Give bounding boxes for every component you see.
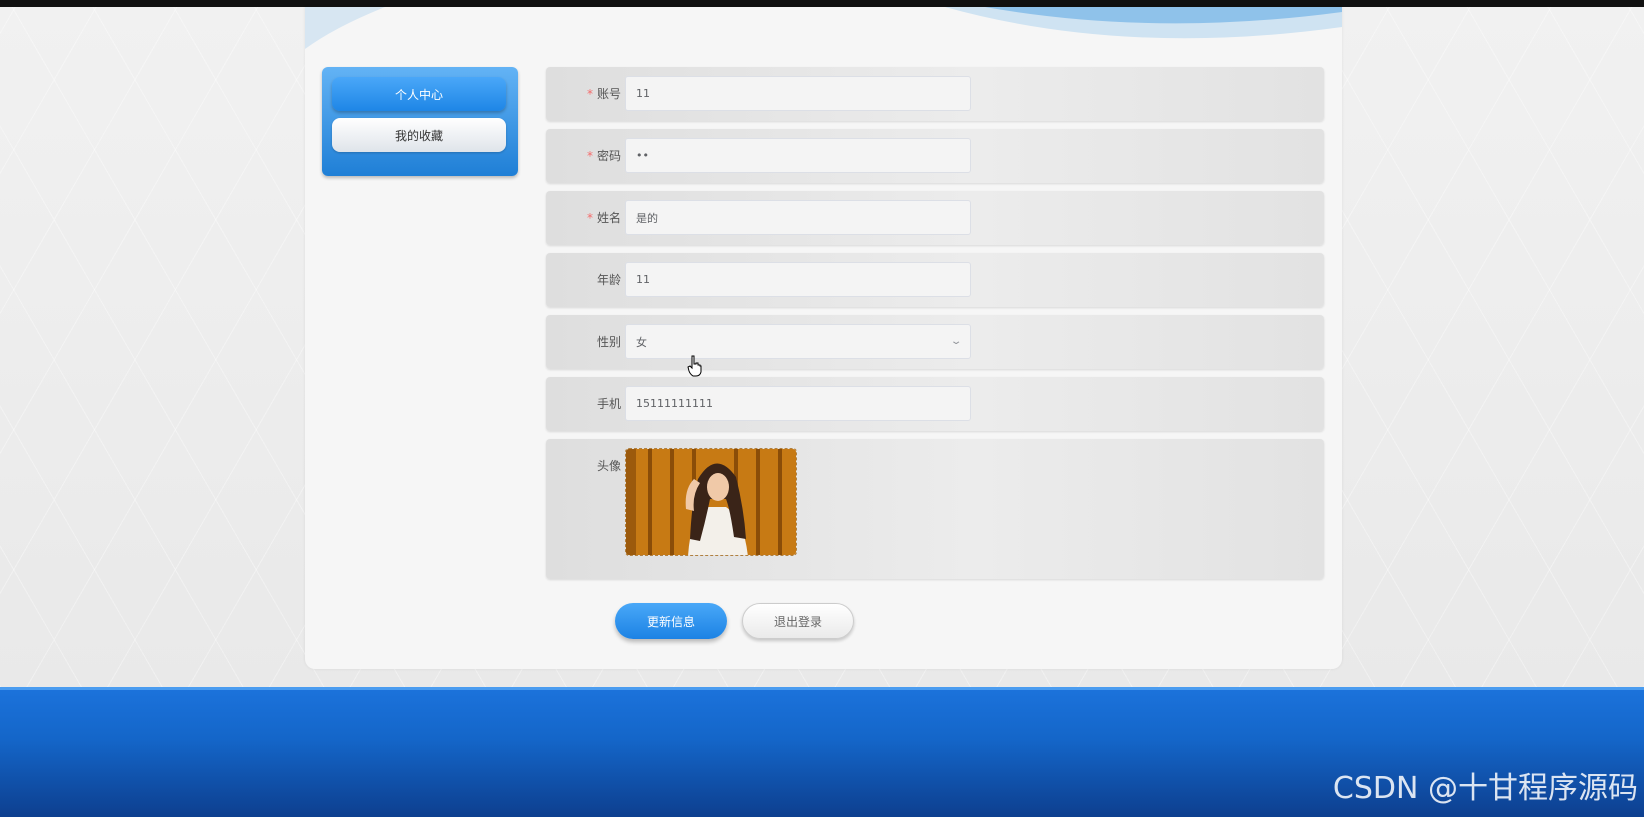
account-input[interactable]: 11 (625, 76, 971, 111)
avatar-upload[interactable] (625, 448, 797, 556)
chevron-down-icon: ⌄ (949, 336, 963, 347)
top-strip (0, 0, 1644, 7)
form-row-age: 年龄 11 (546, 253, 1324, 307)
password-input[interactable]: •• (625, 138, 971, 173)
age-input[interactable]: 11 (625, 262, 971, 297)
avatar-label: 头像 (596, 459, 621, 473)
form-row-account: * 账号 11 (546, 67, 1324, 121)
form-row-password: * 密码 •• (546, 129, 1324, 183)
form-row-phone: 手机 15111111111 (546, 377, 1324, 431)
logout-button[interactable]: 退出登录 (742, 603, 854, 639)
form-row-gender: 性别 女 ⌄ (546, 315, 1324, 369)
phone-input[interactable]: 15111111111 (625, 386, 971, 421)
pointer-hand-icon (687, 355, 702, 377)
menu-item-favorites[interactable]: 我的收藏 (332, 118, 506, 152)
footer: CSDN @十甘程序源码 (0, 687, 1644, 817)
side-menu: 个人中心 我的收藏 (322, 67, 518, 176)
password-label: * 密码 (586, 149, 621, 163)
required-mark: * (586, 87, 593, 101)
watermark-text: CSDN @十甘程序源码 (1332, 771, 1638, 806)
update-info-button[interactable]: 更新信息 (615, 603, 727, 639)
gender-select[interactable]: 女 ⌄ (625, 324, 971, 359)
profile-form: * 账号 11 * 密码 •• * 姓名 是的 年龄 11 性别 女 ⌄ 手机 151… (546, 67, 1324, 587)
form-row-name: * 姓名 是的 (546, 191, 1324, 245)
account-label: * 账号 (586, 87, 621, 101)
required-mark: * (586, 211, 593, 225)
profile-card: 个人中心 我的收藏 * 账号 11 * 密码 •• * 姓名 是的 年龄 11 性别 … (305, 7, 1342, 669)
form-row-avatar: 头像 (546, 439, 1324, 579)
age-label: 年龄 (596, 273, 621, 287)
avatar-image (626, 449, 796, 555)
header-wave (305, 7, 1342, 49)
name-label: * 姓名 (586, 211, 621, 225)
gender-label: 性别 (596, 335, 621, 349)
required-mark: * (586, 149, 593, 163)
phone-label: 手机 (596, 397, 621, 411)
menu-item-profile[interactable]: 个人中心 (332, 77, 506, 111)
name-input[interactable]: 是的 (625, 200, 971, 235)
